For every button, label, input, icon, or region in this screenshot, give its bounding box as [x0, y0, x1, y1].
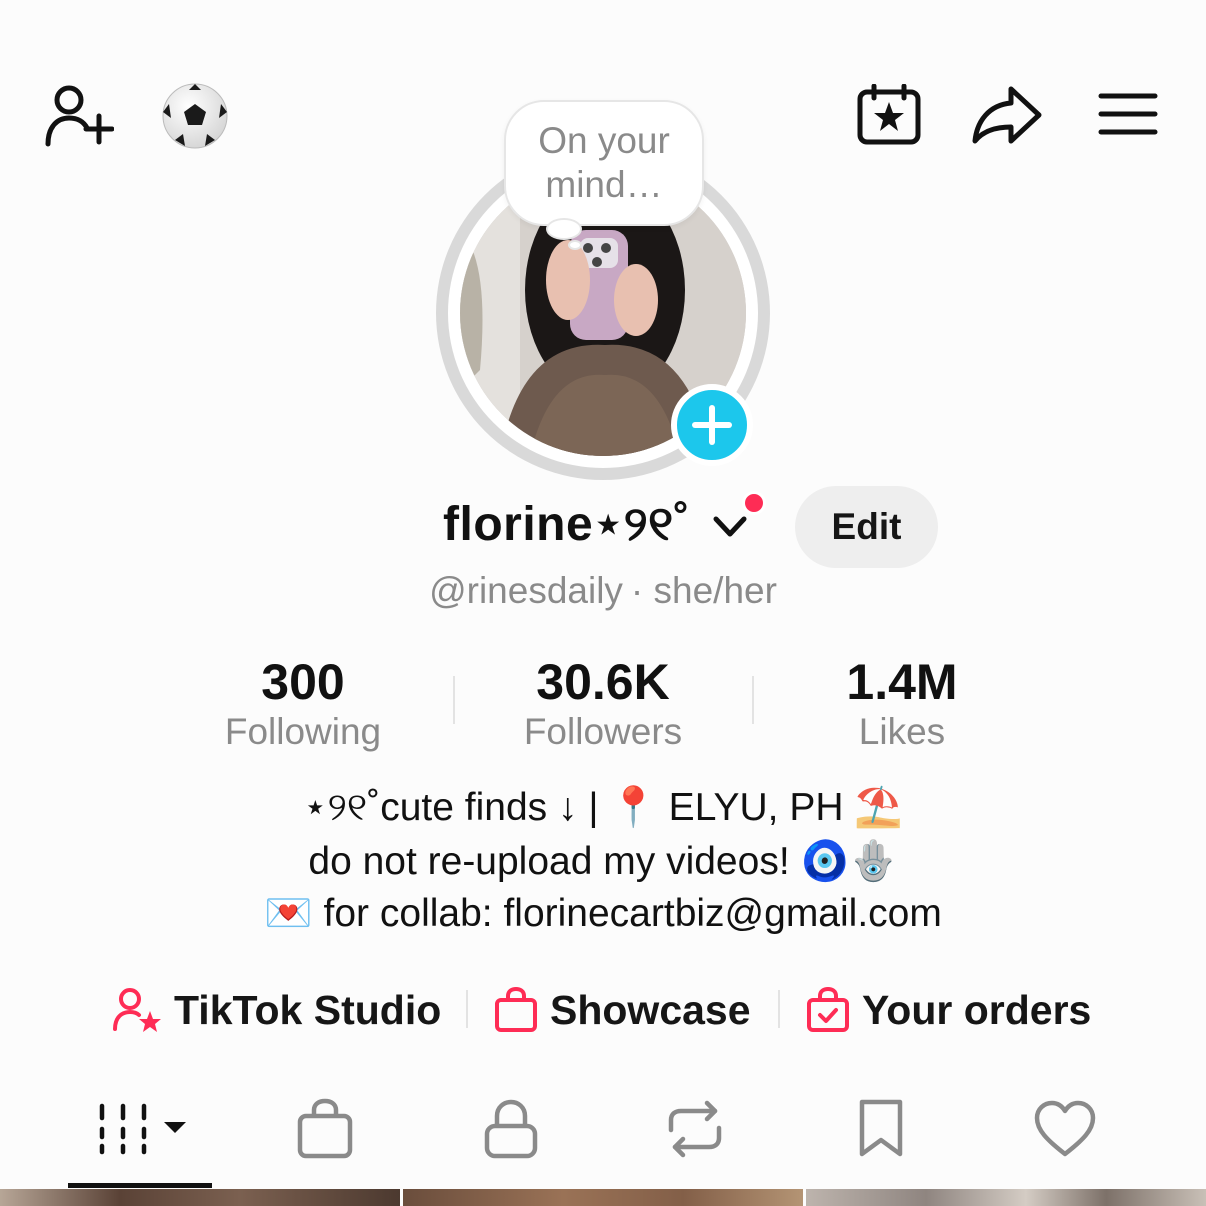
video-thumbnail[interactable]	[806, 1189, 1206, 1206]
video-thumbnail[interactable]	[403, 1189, 803, 1206]
share-button[interactable]	[970, 82, 1044, 148]
showcase-link[interactable]: Showcase	[494, 980, 751, 1040]
bio-line-1: ⋆୨୧˚cute finds ↓ | 📍 ELYU, PH ⛱️	[303, 786, 903, 829]
share-icon	[972, 86, 1042, 144]
quick-link-divider	[778, 990, 780, 1028]
stat-followers[interactable]: 30.6K Followers	[453, 652, 753, 754]
saved-bookmark-icon	[859, 1099, 903, 1157]
stat-followers-label: Followers	[523, 711, 683, 752]
creator-star-icon	[113, 988, 161, 1032]
edit-profile-button[interactable]: Edit	[795, 486, 938, 568]
menu-icon	[1098, 93, 1158, 135]
soccer-ball-button[interactable]	[160, 82, 230, 150]
tab-liked[interactable]	[1030, 1092, 1100, 1166]
menu-button[interactable]	[1096, 88, 1160, 140]
tab-reposts[interactable]	[660, 1092, 730, 1166]
plus-icon	[692, 405, 732, 445]
handle-line: @rinesdaily · she/her	[0, 570, 1206, 612]
stat-following-label: Following	[224, 711, 382, 752]
tab-videos[interactable]	[90, 1092, 190, 1166]
username: @rinesdaily	[429, 570, 623, 611]
add-friend-button[interactable]	[40, 80, 116, 150]
tab-saved[interactable]	[846, 1092, 916, 1166]
order-bag-check-icon	[807, 987, 849, 1032]
your-orders-label: Your orders	[862, 986, 1092, 1033]
tab-shop[interactable]	[290, 1092, 360, 1166]
quick-link-divider	[466, 990, 468, 1028]
calendar-button[interactable]	[854, 82, 924, 148]
active-tab-indicator	[68, 1183, 212, 1188]
notification-dot	[742, 491, 766, 515]
stat-likes-value: 1.4M	[846, 654, 958, 710]
your-orders-link[interactable]: Your orders	[806, 980, 1091, 1040]
stat-likes[interactable]: 1.4M Likes	[752, 652, 1052, 754]
tiktok-studio-label: TikTok Studio	[174, 986, 442, 1033]
bio-line-2: do not re-upload my videos! 🧿🪬	[308, 840, 898, 883]
stat-following[interactable]: 300 Following	[153, 652, 453, 754]
shop-bag-icon	[297, 1098, 353, 1159]
bio-line-3[interactable]: 💌 for collab: florinecartbiz@gmail.com	[0, 890, 1206, 936]
tiktok-studio-link[interactable]: TikTok Studio	[112, 980, 441, 1040]
account-switch-chevron-icon[interactable]	[712, 514, 748, 540]
calendar-star-icon	[857, 84, 921, 145]
add-friend-icon	[45, 85, 114, 147]
video-thumbnail[interactable]	[0, 1189, 400, 1206]
showcase-label: Showcase	[550, 986, 751, 1033]
thought-bubble-tail-small	[568, 240, 582, 250]
thought-bubble-text: On your mind…	[538, 120, 670, 205]
liked-heart-icon	[1034, 1100, 1096, 1157]
stat-likes-label: Likes	[858, 711, 946, 752]
tab-private[interactable]	[476, 1092, 546, 1166]
shopping-bag-icon	[495, 987, 537, 1032]
private-lock-icon	[484, 1099, 538, 1159]
thought-bubble[interactable]: On your mind…	[504, 100, 704, 226]
add-story-button[interactable]	[671, 384, 753, 466]
videos-grid-icon	[99, 1103, 186, 1155]
display-name[interactable]: florine⋆୨୧˚	[443, 496, 690, 553]
stat-following-value: 300	[261, 654, 345, 710]
pronouns: · she/her	[630, 570, 777, 611]
stat-followers-value: 30.6K	[536, 654, 670, 710]
repost-icon	[668, 1100, 722, 1158]
soccer-ball-icon	[162, 83, 228, 149]
thought-bubble-tail	[546, 218, 582, 240]
